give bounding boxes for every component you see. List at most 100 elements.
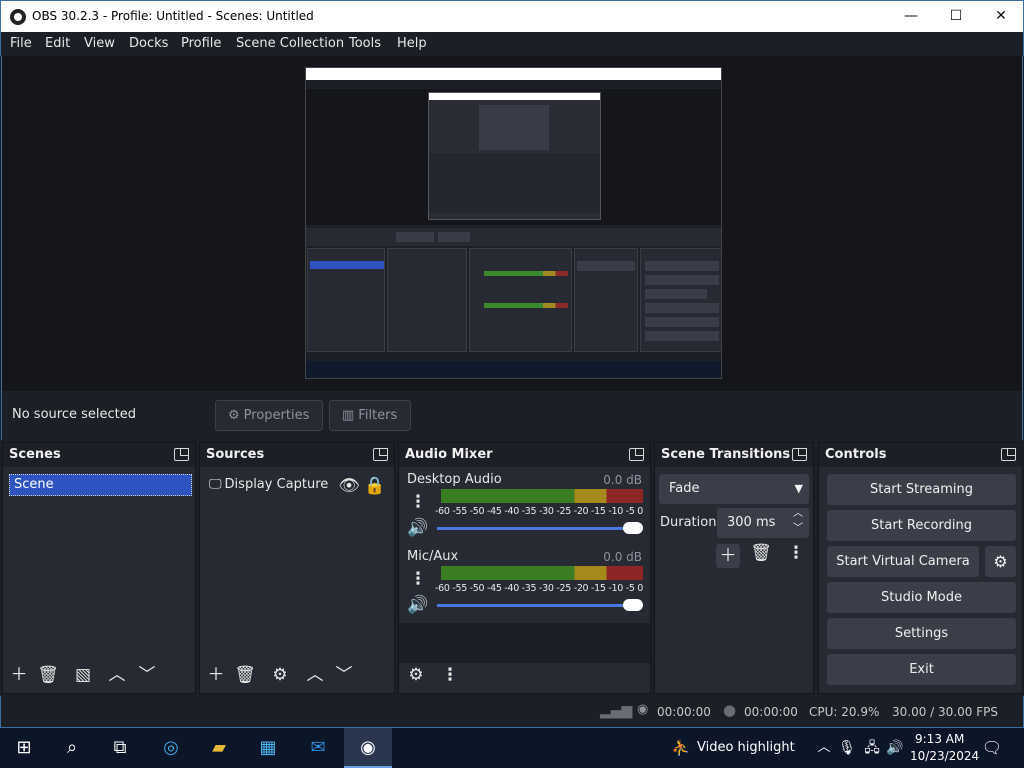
mixer-menu-icon[interactable]: ⋮ bbox=[439, 666, 461, 684]
transition-menu-icon[interactable]: ⋮ bbox=[785, 544, 807, 562]
start-streaming-button[interactable]: Start Streaming bbox=[827, 474, 1016, 505]
track-menu-icon[interactable]: ⋮ bbox=[407, 493, 429, 511]
volume-slider[interactable] bbox=[437, 599, 643, 611]
move-up-icon[interactable]: ︿ bbox=[106, 666, 128, 684]
minimize-button[interactable]: — bbox=[888, 1, 934, 32]
undock-icon[interactable] bbox=[174, 448, 189, 461]
remove-source-icon[interactable]: 🗑 bbox=[234, 666, 256, 684]
transitions-title: Scene Transitions bbox=[661, 447, 791, 462]
studio-mode-button[interactable]: Studio Mode bbox=[827, 582, 1016, 613]
controls-dock: Controls Start Streaming Start Recording… bbox=[818, 442, 1023, 694]
speaker-icon[interactable]: 🔊 bbox=[407, 519, 429, 537]
maximize-button[interactable]: ☐ bbox=[933, 1, 979, 32]
no-source-label: No source selected bbox=[12, 407, 136, 422]
scenes-dock: Scenes Scene ＋ 🗑 ▧ ︿ ﹀ bbox=[2, 442, 196, 694]
spin-down-icon[interactable]: ﹀ bbox=[793, 514, 803, 544]
speaker-icon[interactable]: 🔊 bbox=[407, 596, 429, 614]
volume-icon[interactable]: 🔊 bbox=[882, 736, 908, 760]
preview-area[interactable] bbox=[1, 56, 1023, 391]
transition-select[interactable]: Fade ▼ bbox=[659, 474, 809, 504]
preview-capture-image bbox=[305, 67, 722, 379]
source-list-item[interactable]: 🖵 Display Capture bbox=[209, 477, 328, 492]
menu-profile[interactable]: Profile bbox=[181, 36, 221, 51]
search-icon[interactable]: ⌕ bbox=[59, 736, 85, 760]
sources-title: Sources bbox=[206, 447, 265, 462]
source-toolbar: No source selected ⚙ Properties ▥ Filters bbox=[1, 391, 1023, 440]
duration-value: 300 ms bbox=[727, 515, 776, 530]
properties-label: Properties bbox=[243, 408, 310, 423]
add-transition-icon[interactable]: ＋ bbox=[716, 544, 740, 568]
menu-docks[interactable]: Docks bbox=[129, 36, 168, 51]
menu-help[interactable]: Help bbox=[397, 36, 427, 51]
menu-bar: File Edit View Docks Profile Scene Colle… bbox=[0, 32, 1024, 56]
source-properties-icon[interactable]: ⚙ bbox=[269, 666, 291, 684]
duration-spinbox[interactable]: 300 ms ︿ ﹀ bbox=[717, 508, 809, 538]
start-virtual-camera-button[interactable]: Start Virtual Camera bbox=[827, 546, 979, 577]
stream-time: 00:00:00 bbox=[657, 705, 711, 719]
obs-taskbar-icon[interactable]: ◉ bbox=[344, 728, 392, 768]
cpu-usage: CPU: 20.9% bbox=[809, 705, 880, 719]
menu-edit[interactable]: Edit bbox=[45, 36, 70, 51]
windows-start-icon[interactable]: ⊞ bbox=[11, 736, 37, 760]
undock-icon[interactable] bbox=[1001, 448, 1016, 461]
settings-button[interactable]: Settings bbox=[827, 618, 1016, 649]
gear-icon: ⚙ bbox=[228, 408, 240, 423]
close-button[interactable]: ✕ bbox=[978, 1, 1024, 32]
move-up-icon[interactable]: ︿ bbox=[304, 666, 326, 684]
stream-status-icon: ◉ bbox=[637, 702, 649, 717]
track-name: Desktop Audio bbox=[407, 472, 502, 487]
transition-selected-value: Fade bbox=[669, 481, 700, 496]
filters-button[interactable]: ▥ Filters bbox=[329, 400, 411, 431]
remove-scene-icon[interactable]: 🗑 bbox=[37, 666, 59, 684]
clock-date[interactable]: 10/23/2024 bbox=[910, 749, 979, 763]
track-menu-icon[interactable]: ⋮ bbox=[407, 570, 429, 588]
virtual-camera-settings-gear-icon[interactable]: ⚙ bbox=[985, 546, 1016, 577]
scene-list-item[interactable]: Scene bbox=[9, 474, 192, 496]
sources-dock: Sources 🖵 Display Capture 👁 🔒 ＋ 🗑 ⚙ ︿ ﹀ bbox=[199, 442, 395, 694]
controls-title: Controls bbox=[825, 447, 887, 462]
clock-time[interactable]: 9:13 AM bbox=[915, 732, 964, 746]
microphone-icon[interactable]: 🎙 bbox=[834, 736, 860, 760]
filter-icon: ▥ bbox=[342, 408, 355, 423]
meter-ticks: -60 -55 -50 -45 -40 -35 -30 -25 -20 -15 … bbox=[435, 506, 644, 517]
status-bar: ▂▄▆ ◉ 00:00:00 ● 00:00:00 CPU: 20.9% 30.… bbox=[0, 696, 1024, 728]
scene-transitions-dock: Scene Transitions Fade ▼ Duration 300 ms… bbox=[654, 442, 814, 694]
task-view-icon[interactable]: ⧉ bbox=[107, 736, 133, 760]
record-time: 00:00:00 bbox=[744, 705, 798, 719]
move-down-icon[interactable]: ﹀ bbox=[136, 666, 158, 684]
track-name: Mic/Aux bbox=[407, 549, 459, 564]
store-icon[interactable]: ▦ bbox=[255, 736, 281, 760]
exit-button[interactable]: Exit bbox=[827, 654, 1016, 685]
volume-slider-handle[interactable] bbox=[623, 522, 643, 534]
filters-label: Filters bbox=[358, 408, 398, 423]
record-status-icon: ● bbox=[723, 701, 737, 719]
undock-icon[interactable] bbox=[629, 448, 644, 461]
undock-icon[interactable] bbox=[373, 448, 388, 461]
add-scene-icon[interactable]: ＋ bbox=[8, 666, 30, 684]
mixer-title: Audio Mixer bbox=[405, 447, 493, 462]
window-title: OBS 30.2.3 - Profile: Untitled - Scenes:… bbox=[32, 9, 314, 23]
properties-button[interactable]: ⚙ Properties bbox=[215, 400, 323, 431]
file-explorer-icon[interactable]: ▰ bbox=[206, 736, 232, 760]
menu-view[interactable]: View bbox=[84, 36, 115, 51]
scene-filters-icon[interactable]: ▧ bbox=[72, 666, 94, 684]
volume-slider[interactable] bbox=[437, 522, 643, 534]
advanced-audio-gear-icon[interactable]: ⚙ bbox=[405, 666, 427, 684]
start-recording-button[interactable]: Start Recording bbox=[827, 510, 1016, 541]
menu-scene-collection[interactable]: Scene Collection bbox=[236, 36, 344, 51]
undock-icon[interactable] bbox=[792, 448, 807, 461]
mail-icon[interactable]: ✉ bbox=[305, 736, 331, 760]
add-source-icon[interactable]: ＋ bbox=[205, 666, 227, 684]
menu-tools[interactable]: Tools bbox=[349, 36, 381, 51]
lock-icon[interactable]: 🔒 bbox=[364, 477, 386, 495]
news-highlight[interactable]: Video highlight bbox=[697, 740, 795, 755]
volume-meter bbox=[441, 489, 643, 503]
notification-center-icon[interactable]: 🗨 bbox=[979, 736, 1005, 760]
track-db: 0.0 dB bbox=[603, 550, 642, 564]
remove-transition-icon[interactable]: 🗑 bbox=[750, 544, 772, 562]
visibility-eye-icon[interactable]: 👁 bbox=[338, 477, 360, 495]
move-down-icon[interactable]: ﹀ bbox=[333, 666, 355, 684]
menu-file[interactable]: File bbox=[10, 36, 32, 51]
edge-browser-icon[interactable]: ◎ bbox=[158, 736, 184, 760]
volume-slider-handle[interactable] bbox=[623, 599, 643, 611]
